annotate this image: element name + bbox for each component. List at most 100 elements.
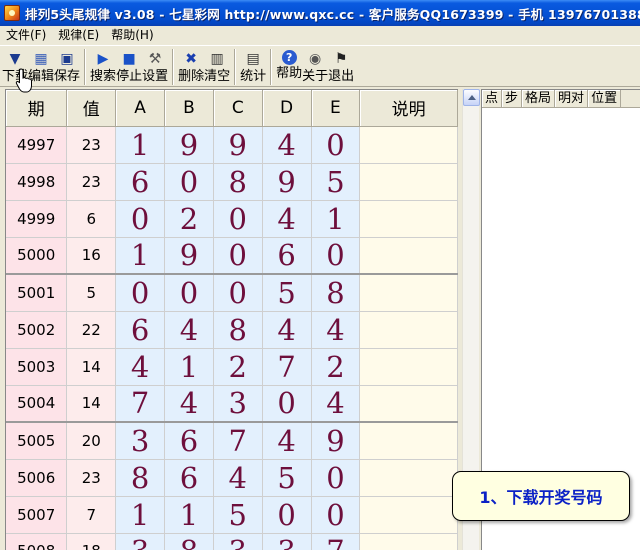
column-header[interactable]: B <box>164 90 214 127</box>
digit-cell[interactable]: 0 <box>115 274 166 312</box>
period-cell[interactable]: 5004 <box>6 385 68 423</box>
digit-cell[interactable]: 7 <box>213 422 263 460</box>
digit-cell[interactable]: 1 <box>164 348 214 386</box>
digit-cell[interactable]: 4 <box>213 459 263 497</box>
digit-cell[interactable]: 3 <box>213 533 263 550</box>
period-cell[interactable]: 4998 <box>6 163 68 201</box>
note-cell[interactable] <box>359 311 458 349</box>
digit-cell[interactable]: 4 <box>311 385 361 423</box>
digit-cell[interactable]: 4 <box>164 385 214 423</box>
digit-cell[interactable]: 5 <box>262 459 312 497</box>
digit-cell[interactable]: 0 <box>115 200 166 238</box>
period-cell[interactable]: 5002 <box>6 311 68 349</box>
toolbar-button-edit-grid[interactable]: ▦ 编辑 <box>28 46 54 86</box>
digit-cell[interactable]: 6 <box>164 459 214 497</box>
sum-cell[interactable]: 7 <box>66 496 117 534</box>
note-cell[interactable] <box>359 533 458 550</box>
sum-cell[interactable]: 16 <box>66 237 117 275</box>
toolbar-button-hammer-settings[interactable]: ⚒ 设置 <box>142 46 168 86</box>
note-cell[interactable] <box>359 459 458 497</box>
sum-cell[interactable]: 18 <box>66 533 117 550</box>
table-row[interactable]: 4997 23 1 9 9 4 0 <box>6 126 458 164</box>
digit-cell[interactable]: 9 <box>164 126 214 164</box>
period-cell[interactable]: 5005 <box>6 422 68 460</box>
column-header[interactable]: A <box>115 90 166 127</box>
table-row[interactable]: 5007 7 1 1 5 0 0 <box>6 496 458 534</box>
toolbar-button-exit-flag[interactable]: ⚑ 退出 <box>328 46 354 86</box>
digit-cell[interactable]: 9 <box>164 237 214 275</box>
period-cell[interactable]: 5003 <box>6 348 68 386</box>
digit-cell[interactable]: 4 <box>262 311 312 349</box>
digit-cell[interactable]: 4 <box>262 126 312 164</box>
digit-cell[interactable]: 0 <box>311 126 361 164</box>
note-cell[interactable] <box>359 348 458 386</box>
table-row[interactable]: 5002 22 6 4 8 4 4 <box>6 311 458 349</box>
digit-cell[interactable]: 0 <box>213 237 263 275</box>
toolbar-button-help-question[interactable]: ? 帮助 <box>276 46 302 86</box>
toolbar-button-play-search[interactable]: ▶ 搜索 <box>90 46 116 86</box>
digit-cell[interactable]: 0 <box>311 459 361 497</box>
toolbar-button-save-disk[interactable]: ▣ 保存 <box>54 46 80 86</box>
sum-cell[interactable]: 23 <box>66 126 117 164</box>
table-row[interactable]: 5004 14 7 4 3 0 4 <box>6 385 458 423</box>
digit-cell[interactable]: 0 <box>213 274 263 312</box>
note-cell[interactable] <box>359 422 458 460</box>
digit-cell[interactable]: 3 <box>262 533 312 550</box>
menu-file[interactable]: 文件(F) <box>0 26 52 45</box>
digit-cell[interactable]: 6 <box>115 311 166 349</box>
sum-cell[interactable]: 23 <box>66 459 117 497</box>
note-cell[interactable] <box>359 237 458 275</box>
pattern-column-header[interactable]: 位置 <box>588 90 622 107</box>
toolbar-button-about-people[interactable]: ◉ 关于 <box>302 46 328 86</box>
pattern-column-header[interactable]: 明对 <box>555 90 589 107</box>
column-header[interactable]: D <box>262 90 312 127</box>
toolbar-button-delete-x[interactable]: ✖ 删除 <box>178 46 204 86</box>
column-header[interactable]: 说明 <box>359 90 458 127</box>
column-header[interactable]: E <box>311 90 361 127</box>
toolbar-button-stop-square[interactable]: ■ 停止 <box>116 46 142 86</box>
digit-cell[interactable]: 1 <box>115 126 166 164</box>
digit-cell[interactable]: 3 <box>115 422 166 460</box>
digit-cell[interactable]: 7 <box>262 348 312 386</box>
digit-cell[interactable]: 0 <box>311 496 361 534</box>
digit-cell[interactable]: 1 <box>164 496 214 534</box>
digit-cell[interactable]: 8 <box>164 533 214 550</box>
digit-cell[interactable]: 8 <box>213 163 263 201</box>
note-cell[interactable] <box>359 385 458 423</box>
digit-cell[interactable]: 0 <box>164 274 214 312</box>
title-bar[interactable]: 排列5头尾规律 v3.08 - 七星彩网 http://www.qxc.cc -… <box>0 0 640 26</box>
digit-cell[interactable]: 2 <box>164 200 214 238</box>
digit-cell[interactable]: 6 <box>115 163 166 201</box>
pattern-column-header[interactable]: 点 <box>482 90 503 107</box>
digit-cell[interactable]: 6 <box>262 237 312 275</box>
note-cell[interactable] <box>359 200 458 238</box>
sum-cell[interactable]: 14 <box>66 385 117 423</box>
table-row[interactable]: 5006 23 8 6 4 5 0 <box>6 459 458 497</box>
period-cell[interactable]: 5008 <box>6 533 68 550</box>
pattern-column-header[interactable]: 步 <box>502 90 523 107</box>
digit-cell[interactable]: 4 <box>262 422 312 460</box>
period-cell[interactable]: 5001 <box>6 274 68 312</box>
digit-cell[interactable]: 8 <box>115 459 166 497</box>
table-row[interactable]: 4999 6 0 2 0 4 1 <box>6 200 458 238</box>
column-header[interactable]: 期 <box>6 90 68 127</box>
sum-cell[interactable]: 22 <box>66 311 117 349</box>
digit-cell[interactable]: 9 <box>262 163 312 201</box>
digit-cell[interactable]: 8 <box>311 274 361 312</box>
period-cell[interactable]: 5000 <box>6 237 68 275</box>
table-row[interactable]: 4998 23 6 0 8 9 5 <box>6 163 458 201</box>
digit-cell[interactable]: 4 <box>262 200 312 238</box>
digit-cell[interactable]: 0 <box>164 163 214 201</box>
digit-cell[interactable]: 5 <box>311 163 361 201</box>
scroll-up-arrow-icon[interactable] <box>463 89 480 106</box>
note-cell[interactable] <box>359 126 458 164</box>
period-cell[interactable]: 4999 <box>6 200 68 238</box>
toolbar-button-trash-clear[interactable]: ▥ 清空 <box>204 46 230 86</box>
digit-cell[interactable]: 6 <box>164 422 214 460</box>
toolbar-button-statistics-chart[interactable]: ▤ 统计 <box>240 46 266 86</box>
table-row[interactable]: 50081838337 <box>6 533 458 550</box>
sum-cell[interactable]: 20 <box>66 422 117 460</box>
digit-cell[interactable]: 5 <box>213 496 263 534</box>
table-row[interactable]: 5000 16 1 9 0 6 0 <box>6 237 458 275</box>
toolbar-button-download-arrow[interactable]: ▼ 下载 <box>2 46 28 86</box>
